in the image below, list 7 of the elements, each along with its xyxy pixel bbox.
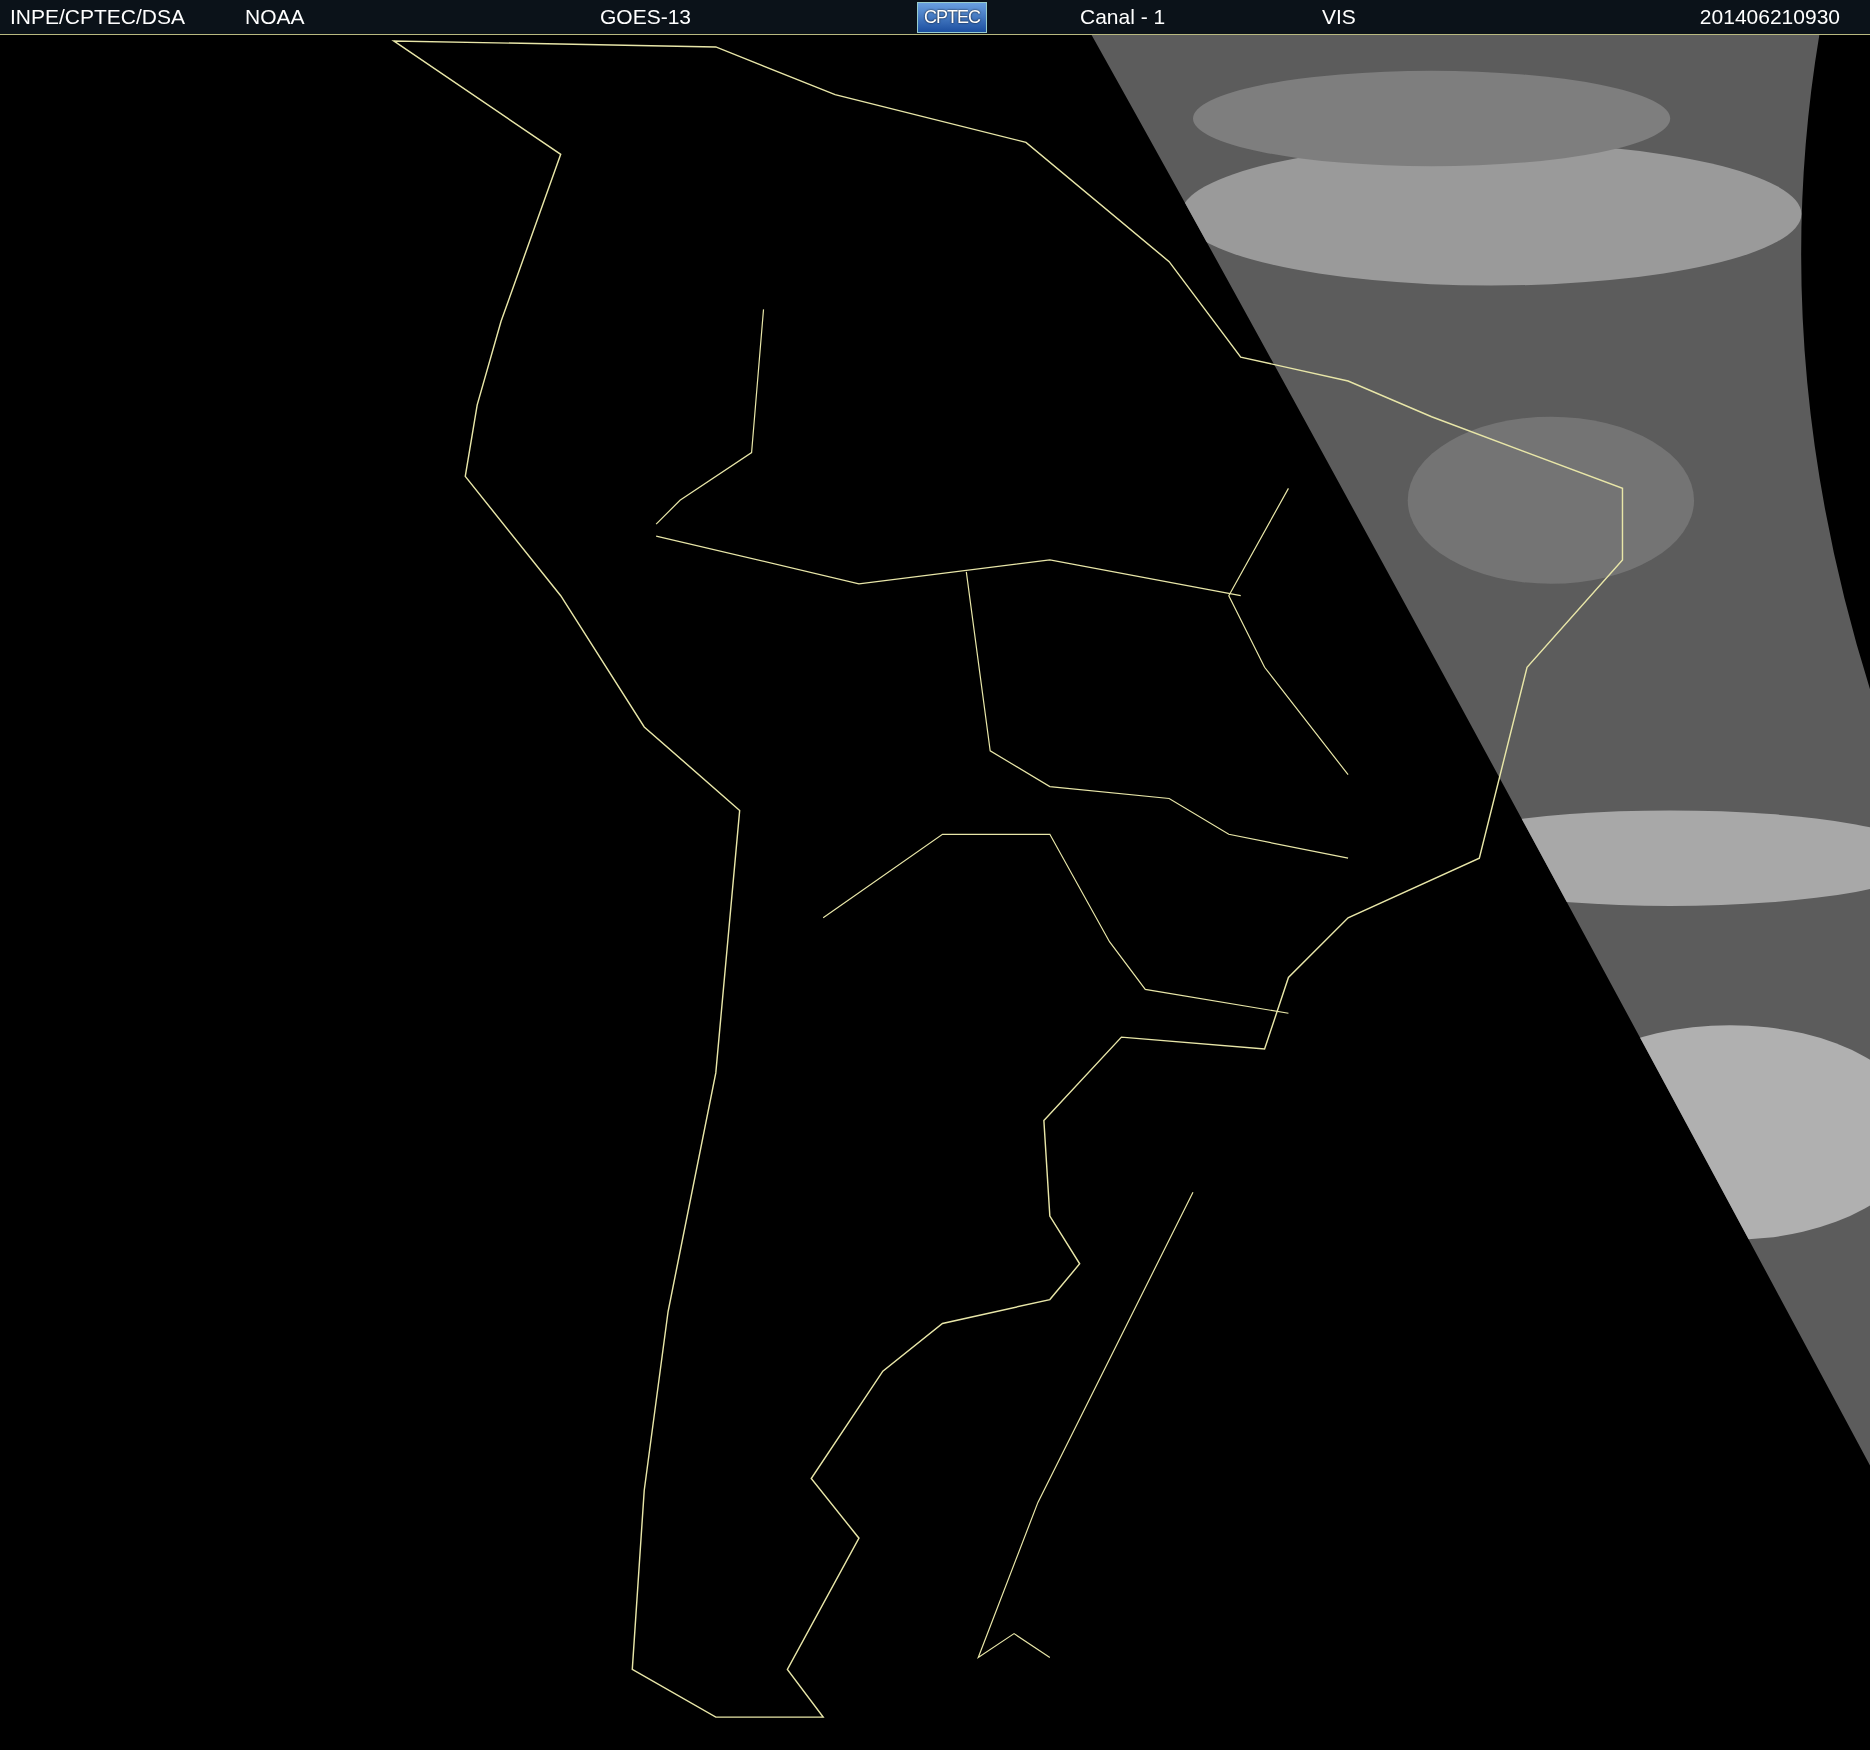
- source-label: INPE/CPTEC/DSA: [10, 5, 186, 29]
- agency-label: NOAA: [245, 5, 305, 29]
- logo-badge: CPTEC: [917, 1, 987, 33]
- timestamp-label: 201406210930: [1699, 5, 1840, 29]
- satellite-label: GOES-13: [600, 5, 692, 29]
- channel-label: Canal - 1: [1080, 5, 1166, 29]
- band-label: VIS: [1322, 5, 1356, 29]
